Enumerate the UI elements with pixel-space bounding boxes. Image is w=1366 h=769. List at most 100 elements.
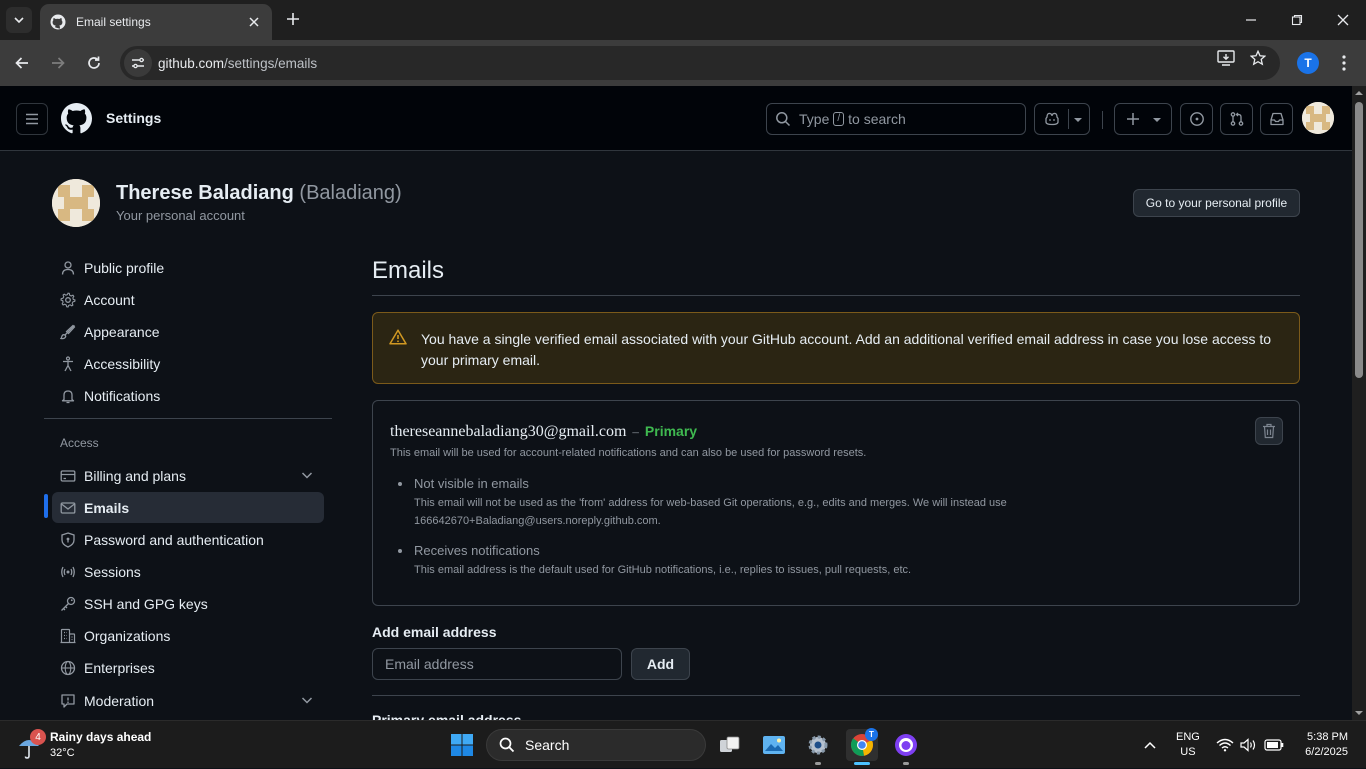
sidebar-item-label: Sessions bbox=[84, 563, 141, 580]
sidebar-item-organizations[interactable]: Organizations bbox=[52, 620, 324, 651]
settings-app-button[interactable] bbox=[802, 729, 834, 765]
page-scrollbar[interactable] bbox=[1352, 86, 1366, 720]
section-divider bbox=[372, 695, 1300, 696]
scroll-up-arrow-icon[interactable] bbox=[1352, 88, 1366, 98]
scrollbar-thumb[interactable] bbox=[1355, 102, 1363, 378]
sidebar-item-ssh-gpg[interactable]: SSH and GPG keys bbox=[52, 588, 324, 619]
taskbar-search[interactable]: Search bbox=[486, 729, 706, 761]
address-bar[interactable]: github.com/settings/emails bbox=[120, 46, 1280, 80]
issues-button[interactable] bbox=[1180, 103, 1213, 135]
github-header: Settings Type / to search bbox=[0, 86, 1352, 151]
weather-widget[interactable]: 4 Rainy days ahead 32°C bbox=[16, 729, 156, 763]
close-window-button[interactable] bbox=[1320, 0, 1366, 40]
browser-menu-button[interactable] bbox=[1334, 52, 1354, 74]
restore-icon bbox=[1291, 14, 1303, 26]
weather-temp: 32°C bbox=[50, 747, 75, 759]
site-info-icon[interactable] bbox=[124, 49, 152, 77]
sidebar-item-sessions[interactable]: Sessions bbox=[52, 556, 324, 587]
add-email-button[interactable]: Add bbox=[631, 648, 690, 680]
inbox-button[interactable] bbox=[1260, 103, 1293, 135]
settings-gear-icon bbox=[808, 735, 828, 755]
sidebar-item-label: SSH and GPG keys bbox=[84, 595, 208, 612]
sidebar-item-billing[interactable]: Billing and plans bbox=[52, 460, 324, 491]
visibility-description: This email will not be used as the 'from… bbox=[414, 497, 1007, 527]
browser-profile-avatar[interactable]: T bbox=[1297, 52, 1319, 74]
sidebar-item-notifications[interactable]: Notifications bbox=[52, 380, 324, 411]
wifi-icon[interactable] bbox=[1214, 721, 1236, 769]
github-logo-icon[interactable] bbox=[61, 103, 92, 134]
show-hidden-icons-button[interactable] bbox=[1140, 721, 1160, 769]
sidebar-item-enterprises[interactable]: Enterprises bbox=[52, 652, 324, 683]
browser-tabstrip: Email settings bbox=[0, 0, 1366, 40]
install-app-icon[interactable] bbox=[1216, 48, 1236, 68]
identicon-avatar bbox=[1302, 102, 1334, 134]
broadcast-icon bbox=[61, 566, 75, 577]
reload-button[interactable] bbox=[81, 50, 107, 76]
task-view-button[interactable] bbox=[714, 729, 746, 761]
chevron-down-icon[interactable] bbox=[300, 468, 314, 482]
sidebar-item-public-profile[interactable]: Public profile bbox=[52, 252, 324, 283]
bookmark-star-icon[interactable] bbox=[1248, 48, 1268, 68]
header-search-input[interactable]: Type / to search bbox=[766, 103, 1026, 135]
create-new-button[interactable] bbox=[1114, 103, 1172, 135]
forward-button[interactable] bbox=[45, 50, 71, 76]
arrow-right-icon bbox=[52, 57, 65, 69]
start-button[interactable] bbox=[446, 729, 478, 761]
sidebar-item-label: Moderation bbox=[84, 692, 155, 709]
account-avatar bbox=[52, 179, 100, 227]
credit-card-icon bbox=[60, 469, 76, 482]
battery-icon[interactable] bbox=[1262, 721, 1286, 769]
search-suffix: to search bbox=[848, 111, 906, 127]
scroll-down-arrow-icon[interactable] bbox=[1352, 708, 1366, 718]
organization-icon bbox=[60, 628, 76, 643]
sidebar-item-label: Public profile bbox=[84, 259, 165, 276]
github-desktop-button[interactable] bbox=[890, 729, 922, 765]
sidebar-item-password-auth[interactable]: Password and authentication bbox=[52, 524, 324, 555]
sidebar-item-account[interactable]: Account bbox=[52, 284, 324, 315]
primary-badge: Primary bbox=[644, 423, 698, 439]
pull-requests-button[interactable] bbox=[1220, 103, 1253, 135]
search-icon bbox=[776, 112, 791, 127]
browser-tab-active[interactable]: Email settings bbox=[40, 4, 272, 40]
git-pull-request-icon bbox=[1230, 112, 1243, 126]
sidebar-item-appearance[interactable]: Appearance bbox=[52, 316, 324, 347]
sidebar-item-accessibility[interactable]: Accessibility bbox=[52, 348, 324, 379]
new-tab-button[interactable] bbox=[282, 8, 304, 30]
chrome-app-button[interactable]: T bbox=[846, 728, 878, 765]
running-indicator bbox=[815, 762, 821, 765]
restore-button[interactable] bbox=[1274, 0, 1320, 40]
copilot-icon bbox=[1045, 112, 1059, 126]
plus-icon bbox=[287, 13, 299, 25]
header-context-title[interactable]: Settings bbox=[106, 110, 161, 126]
email-dash: – bbox=[632, 424, 639, 439]
close-tab-icon[interactable] bbox=[246, 14, 262, 30]
task-view-icon bbox=[720, 736, 740, 752]
sidebar-item-label: Billing and plans bbox=[84, 467, 186, 484]
accessibility-icon bbox=[63, 355, 73, 371]
alert-icon bbox=[389, 329, 407, 345]
volume-icon[interactable] bbox=[1238, 721, 1260, 769]
input-language[interactable]: ENG US bbox=[1176, 730, 1200, 760]
chevron-down-icon[interactable] bbox=[300, 693, 314, 707]
copilot-button[interactable] bbox=[1034, 103, 1090, 135]
tab-title: Email settings bbox=[76, 15, 151, 29]
sidebar-item-emails[interactable]: Emails bbox=[52, 492, 324, 523]
back-button[interactable] bbox=[9, 50, 35, 76]
sidebar-item-moderation[interactable]: Moderation bbox=[52, 685, 324, 716]
account-display-name: Therese Baladiang bbox=[116, 182, 294, 204]
page-title: Emails bbox=[372, 257, 445, 284]
key-icon bbox=[61, 596, 76, 611]
tab-search-button[interactable] bbox=[6, 7, 32, 33]
user-avatar-menu[interactable] bbox=[1302, 102, 1334, 134]
minimize-button[interactable] bbox=[1228, 0, 1274, 40]
system-clock[interactable]: 5:38 PM 6/2/2025 bbox=[1296, 730, 1348, 760]
url-host: github.com bbox=[158, 55, 225, 71]
search-shortcut-key: / bbox=[833, 112, 845, 126]
global-nav-menu-button[interactable] bbox=[16, 103, 48, 135]
go-to-profile-button[interactable]: Go to your personal profile bbox=[1133, 189, 1300, 217]
photos-app-button[interactable] bbox=[758, 729, 790, 761]
paintbrush-icon bbox=[60, 324, 76, 339]
delete-email-button[interactable] bbox=[1255, 417, 1283, 445]
next-section-heading: Primary email address bbox=[372, 712, 522, 720]
add-email-input[interactable] bbox=[372, 648, 622, 680]
